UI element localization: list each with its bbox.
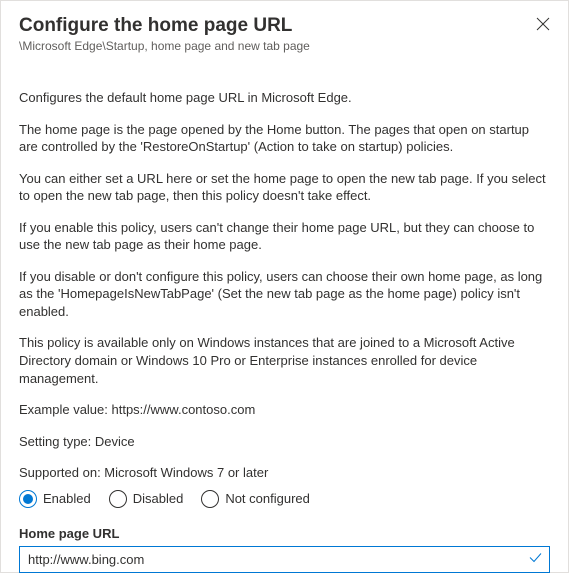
page-title: Configure the home page URL: [19, 15, 550, 37]
url-field-label: Home page URL: [19, 526, 550, 541]
state-radio-group: Enabled Disabled Not configured: [19, 490, 550, 508]
description-p4: If you enable this policy, users can't c…: [19, 219, 550, 254]
radio-not-configured-label: Not configured: [225, 491, 310, 506]
radio-enabled-label: Enabled: [43, 491, 91, 506]
home-page-url-input[interactable]: [19, 546, 550, 573]
radio-disabled[interactable]: Disabled: [109, 490, 184, 508]
example-value: Example value: https://www.contoso.com: [19, 401, 550, 419]
description-p5: If you disable or don't configure this p…: [19, 268, 550, 321]
radio-enabled[interactable]: Enabled: [19, 490, 91, 508]
supported-on: Supported on: Microsoft Windows 7 or lat…: [19, 464, 550, 482]
radio-icon: [109, 490, 127, 508]
description-p1: Configures the default home page URL in …: [19, 89, 550, 107]
radio-icon: [201, 490, 219, 508]
close-icon: [536, 17, 550, 31]
description-p6: This policy is available only on Windows…: [19, 334, 550, 387]
url-input-wrap: [19, 546, 550, 573]
radio-disabled-label: Disabled: [133, 491, 184, 506]
description-p2: The home page is the page opened by the …: [19, 121, 550, 156]
radio-not-configured[interactable]: Not configured: [201, 490, 310, 508]
breadcrumb: \Microsoft Edge\Startup, home page and n…: [19, 39, 550, 53]
radio-icon: [19, 490, 37, 508]
dialog-content: Configures the default home page URL in …: [1, 61, 568, 583]
description-p3: You can either set a URL here or set the…: [19, 170, 550, 205]
close-button[interactable]: [534, 15, 552, 33]
dialog-header: Configure the home page URL \Microsoft E…: [1, 1, 568, 61]
setting-type: Setting type: Device: [19, 433, 550, 451]
